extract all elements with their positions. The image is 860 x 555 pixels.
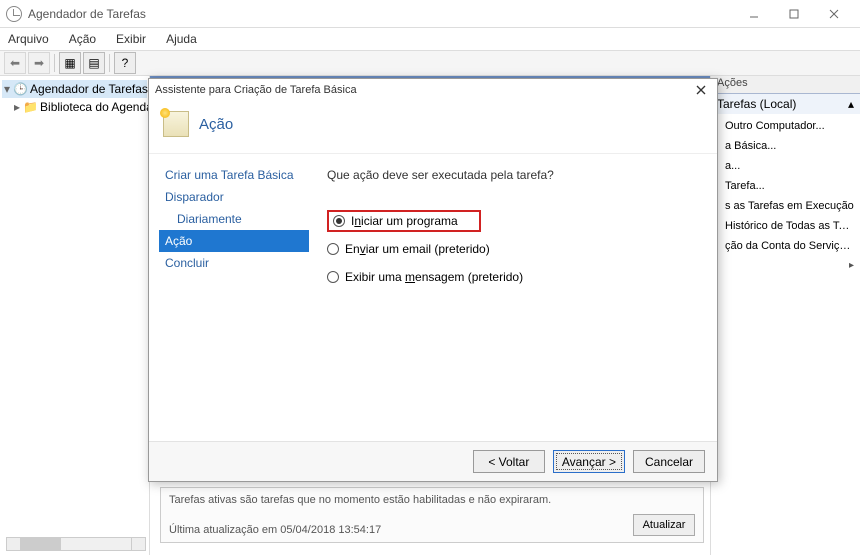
step-trigger-daily[interactable]: Diariamente xyxy=(159,208,309,230)
menu-file[interactable]: Arquivo xyxy=(4,30,53,48)
menu-view[interactable]: Exibir xyxy=(112,30,150,48)
tool-icon-1[interactable]: ▦ xyxy=(59,52,81,74)
action-at-account[interactable]: ção da Conta do Serviço AT xyxy=(711,236,860,256)
folder-icon: 📁 xyxy=(23,100,37,114)
option-start-program-label: Iniciar um programa xyxy=(351,214,458,228)
maximize-button[interactable] xyxy=(774,0,814,28)
option-send-email[interactable]: Enviar um email (preterido) xyxy=(327,242,699,256)
dialog-titlebar: Assistente para Criação de Tarefa Básica xyxy=(149,79,717,101)
collapse-icon[interactable]: ▾ xyxy=(4,82,10,96)
cancel-button[interactable]: Cancelar xyxy=(633,450,705,473)
menubar: Arquivo Ação Exibir Ajuda xyxy=(0,28,860,50)
tree-panel: ▾ 🕒 Agendador de Tarefas (Local) ▸ 📁 Bib… xyxy=(0,76,150,555)
step-action[interactable]: Ação xyxy=(159,230,309,252)
help-icon[interactable]: ? xyxy=(114,52,136,74)
action-connect-computer[interactable]: Outro Computador... xyxy=(711,116,860,136)
wizard-content: Que ação deve ser executada pela tarefa?… xyxy=(309,154,717,441)
status-band: Tarefas ativas são tarefas que no moment… xyxy=(160,487,704,543)
window-title: Agendador de Tarefas xyxy=(28,7,734,21)
action-enable-history[interactable]: Histórico de Todas as Taref... xyxy=(711,216,860,236)
option-start-program[interactable]: Iniciar um programa xyxy=(327,210,481,232)
wizard-question: Que ação deve ser executada pela tarefa? xyxy=(327,168,699,182)
scroll-right-icon[interactable] xyxy=(131,538,145,550)
scroll-thumb[interactable] xyxy=(21,538,61,550)
forward-icon[interactable]: ➡ xyxy=(28,52,50,74)
next-button[interactable]: Avançar > xyxy=(553,450,625,473)
dialog-close-button[interactable] xyxy=(691,81,711,99)
scroll-left-icon[interactable] xyxy=(7,538,21,550)
back-icon[interactable]: ⬅ xyxy=(4,52,26,74)
tree-library[interactable]: ▸ 📁 Biblioteca do Agendador xyxy=(2,98,147,116)
radio-icon[interactable] xyxy=(333,215,345,227)
close-button[interactable] xyxy=(814,0,854,28)
task-wizard-icon xyxy=(163,111,189,137)
minimize-button[interactable] xyxy=(734,0,774,28)
tree-library-label: Biblioteca do Agendador xyxy=(40,100,150,114)
wizard-steps: Criar uma Tarefa Básica Disparador Diari… xyxy=(149,154,309,441)
dialog-header-title: Ação xyxy=(199,116,233,133)
option-send-email-label: Enviar um email (preterido) xyxy=(345,242,490,256)
back-button[interactable]: < Voltar xyxy=(473,450,545,473)
actions-header: Ações xyxy=(711,76,860,94)
action-create-basic[interactable]: a Básica... xyxy=(711,136,860,156)
action-create-task[interactable]: a... xyxy=(711,156,860,176)
tree-root[interactable]: ▾ 🕒 Agendador de Tarefas (Local) xyxy=(2,80,147,98)
dialog-title: Assistente para Criação de Tarefa Básica xyxy=(155,84,691,96)
option-show-message-label: Exibir uma mensagem (preterido) xyxy=(345,270,523,284)
horizontal-scrollbar[interactable] xyxy=(6,537,146,551)
step-trigger[interactable]: Disparador xyxy=(159,186,309,208)
step-create[interactable]: Criar uma Tarefa Básica xyxy=(159,164,309,186)
actions-panel: Ações Tarefas (Local) ▴ Outro Computador… xyxy=(710,76,860,555)
tool-icon-2[interactable]: ▤ xyxy=(83,52,105,74)
radio-icon[interactable] xyxy=(327,271,339,283)
step-finish[interactable]: Concluir xyxy=(159,252,309,274)
toolbar: ⬅ ➡ ▦ ▤ ? xyxy=(0,50,860,76)
chevron-right-icon[interactable]: ▸ xyxy=(843,256,860,275)
clock-icon xyxy=(6,6,22,22)
tree-root-label: Agendador de Tarefas (Local) xyxy=(30,82,150,96)
radio-icon[interactable] xyxy=(327,243,339,255)
status-line2: Última atualização em 05/04/2018 13:54:1… xyxy=(169,524,695,536)
wizard-dialog: Assistente para Criação de Tarefa Básica… xyxy=(148,78,718,482)
dialog-header: Ação xyxy=(149,101,717,154)
action-running-tasks[interactable]: s as Tarefas em Execução xyxy=(711,196,860,216)
menu-action[interactable]: Ação xyxy=(65,30,100,48)
actions-group-title: Tarefas (Local) ▴ xyxy=(711,94,860,114)
collapse-icon[interactable]: ▴ xyxy=(848,97,854,111)
actions-group-label: Tarefas (Local) xyxy=(717,97,796,111)
option-show-message[interactable]: Exibir uma mensagem (preterido) xyxy=(327,270,699,284)
expand-icon[interactable]: ▸ xyxy=(14,100,20,114)
action-import-task[interactable]: Tarefa... xyxy=(711,176,860,196)
status-line1: Tarefas ativas são tarefas que no moment… xyxy=(169,494,695,506)
clock-icon: 🕒 xyxy=(13,82,27,96)
refresh-button[interactable]: Atualizar xyxy=(633,514,695,536)
dialog-button-row: < Voltar Avançar > Cancelar xyxy=(149,441,717,481)
menu-help[interactable]: Ajuda xyxy=(162,30,201,48)
main-titlebar: Agendador de Tarefas xyxy=(0,0,860,28)
